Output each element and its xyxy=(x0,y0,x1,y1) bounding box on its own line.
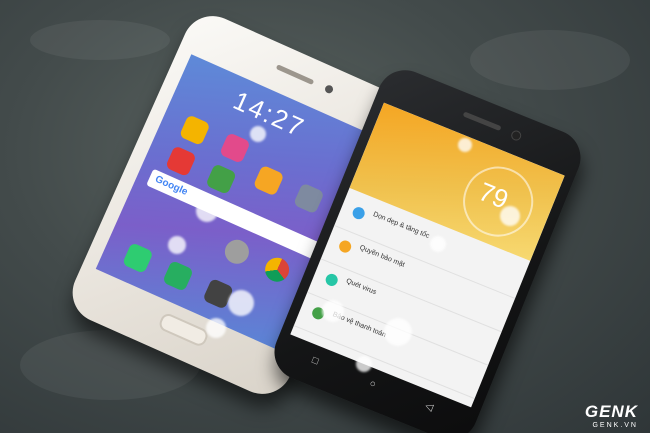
rocket-icon xyxy=(350,205,367,221)
watermark-domain: GENK.VN xyxy=(592,422,638,429)
photo-scene: 14:27 Google 79 Dọn dẹp & tăng tốc Quyền… xyxy=(0,0,650,433)
gear-icon[interactable] xyxy=(221,235,253,268)
theme-app-icon[interactable] xyxy=(252,164,285,197)
messages-app-icon[interactable] xyxy=(162,260,194,292)
home-button[interactable] xyxy=(157,311,211,349)
security-app-icon[interactable] xyxy=(205,163,237,195)
chrome-app-icon[interactable] xyxy=(261,253,293,286)
bokeh-light xyxy=(168,236,186,254)
lockscreen-clock: 14:27 xyxy=(228,85,310,144)
back-icon[interactable]: ◁ xyxy=(423,401,434,414)
surface-scuff xyxy=(30,20,170,60)
bokeh-light xyxy=(322,300,344,322)
music-app-icon[interactable] xyxy=(165,145,197,178)
bokeh-light xyxy=(458,138,472,152)
bokeh-light xyxy=(384,318,412,346)
recent-apps-icon[interactable]: □ xyxy=(310,355,320,367)
video-app-icon[interactable] xyxy=(178,114,211,146)
earpiece xyxy=(462,111,502,132)
bokeh-light xyxy=(228,290,254,316)
settings-app-icon[interactable] xyxy=(292,182,325,215)
bokeh-light xyxy=(356,356,372,372)
phone-app-icon[interactable] xyxy=(121,242,154,274)
site-watermark: GENK GENK.VN xyxy=(585,402,638,429)
home-icon[interactable]: ○ xyxy=(368,378,378,390)
bokeh-light xyxy=(206,318,226,338)
menu-label: Quét virus xyxy=(345,277,378,297)
scan-icon xyxy=(323,272,340,288)
google-logo: Google xyxy=(153,173,190,198)
gallery-app-icon[interactable] xyxy=(219,132,251,164)
bokeh-light xyxy=(250,126,266,142)
surface-scuff xyxy=(470,30,630,90)
front-camera-icon xyxy=(509,129,523,143)
watermark-logo: GENK xyxy=(584,402,638,421)
shield-icon xyxy=(337,238,353,255)
front-camera-icon xyxy=(323,83,335,95)
bokeh-light xyxy=(500,206,520,226)
earpiece xyxy=(275,64,315,86)
bokeh-light xyxy=(196,200,218,222)
bokeh-light xyxy=(430,236,446,252)
